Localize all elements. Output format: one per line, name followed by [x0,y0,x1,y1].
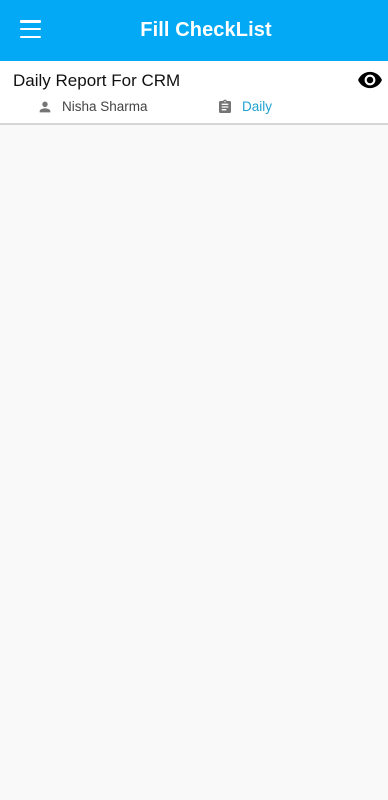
checklist-item[interactable]: Daily Report For CRM Nisha Sharma Daily [0,61,388,125]
frequency-label: Daily [242,99,273,114]
person-icon [39,101,51,113]
assigned-user: Nisha Sharma [62,99,148,114]
page-title: Fill CheckList [140,19,272,41]
menu-icon[interactable] [20,20,41,38]
clipboard-icon [219,99,231,113]
checklist-title: Daily Report For CRM [13,71,181,90]
app-bar: Fill CheckList [0,0,388,61]
app-screen: Fill CheckList Daily Report For CRM Nish… [0,0,388,800]
eye-icon[interactable] [355,67,385,93]
